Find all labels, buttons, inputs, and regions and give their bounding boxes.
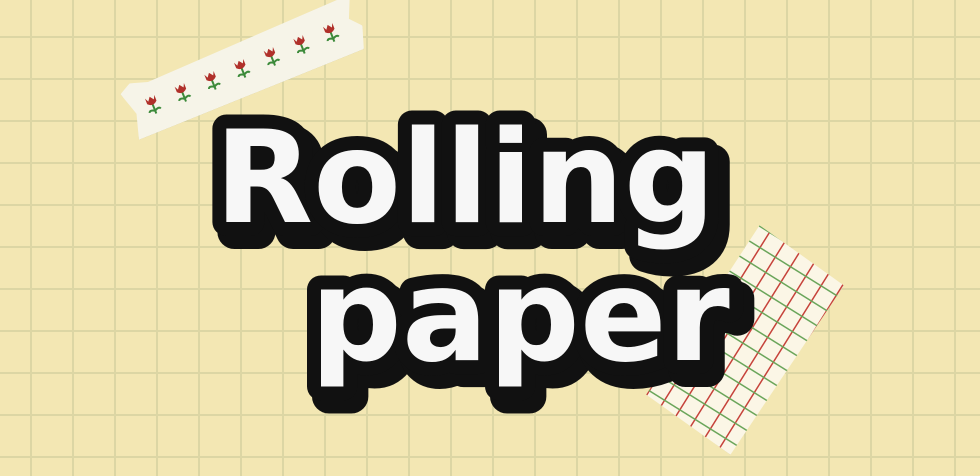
logo-line2: paper: [310, 242, 730, 391]
logo: Rolling paper Rolling paper Rolling pape…: [201, 90, 755, 418]
canvas: Rolling paper Rolling paper Rolling pape…: [0, 0, 980, 476]
logo-line1: Rolling: [215, 104, 716, 253]
